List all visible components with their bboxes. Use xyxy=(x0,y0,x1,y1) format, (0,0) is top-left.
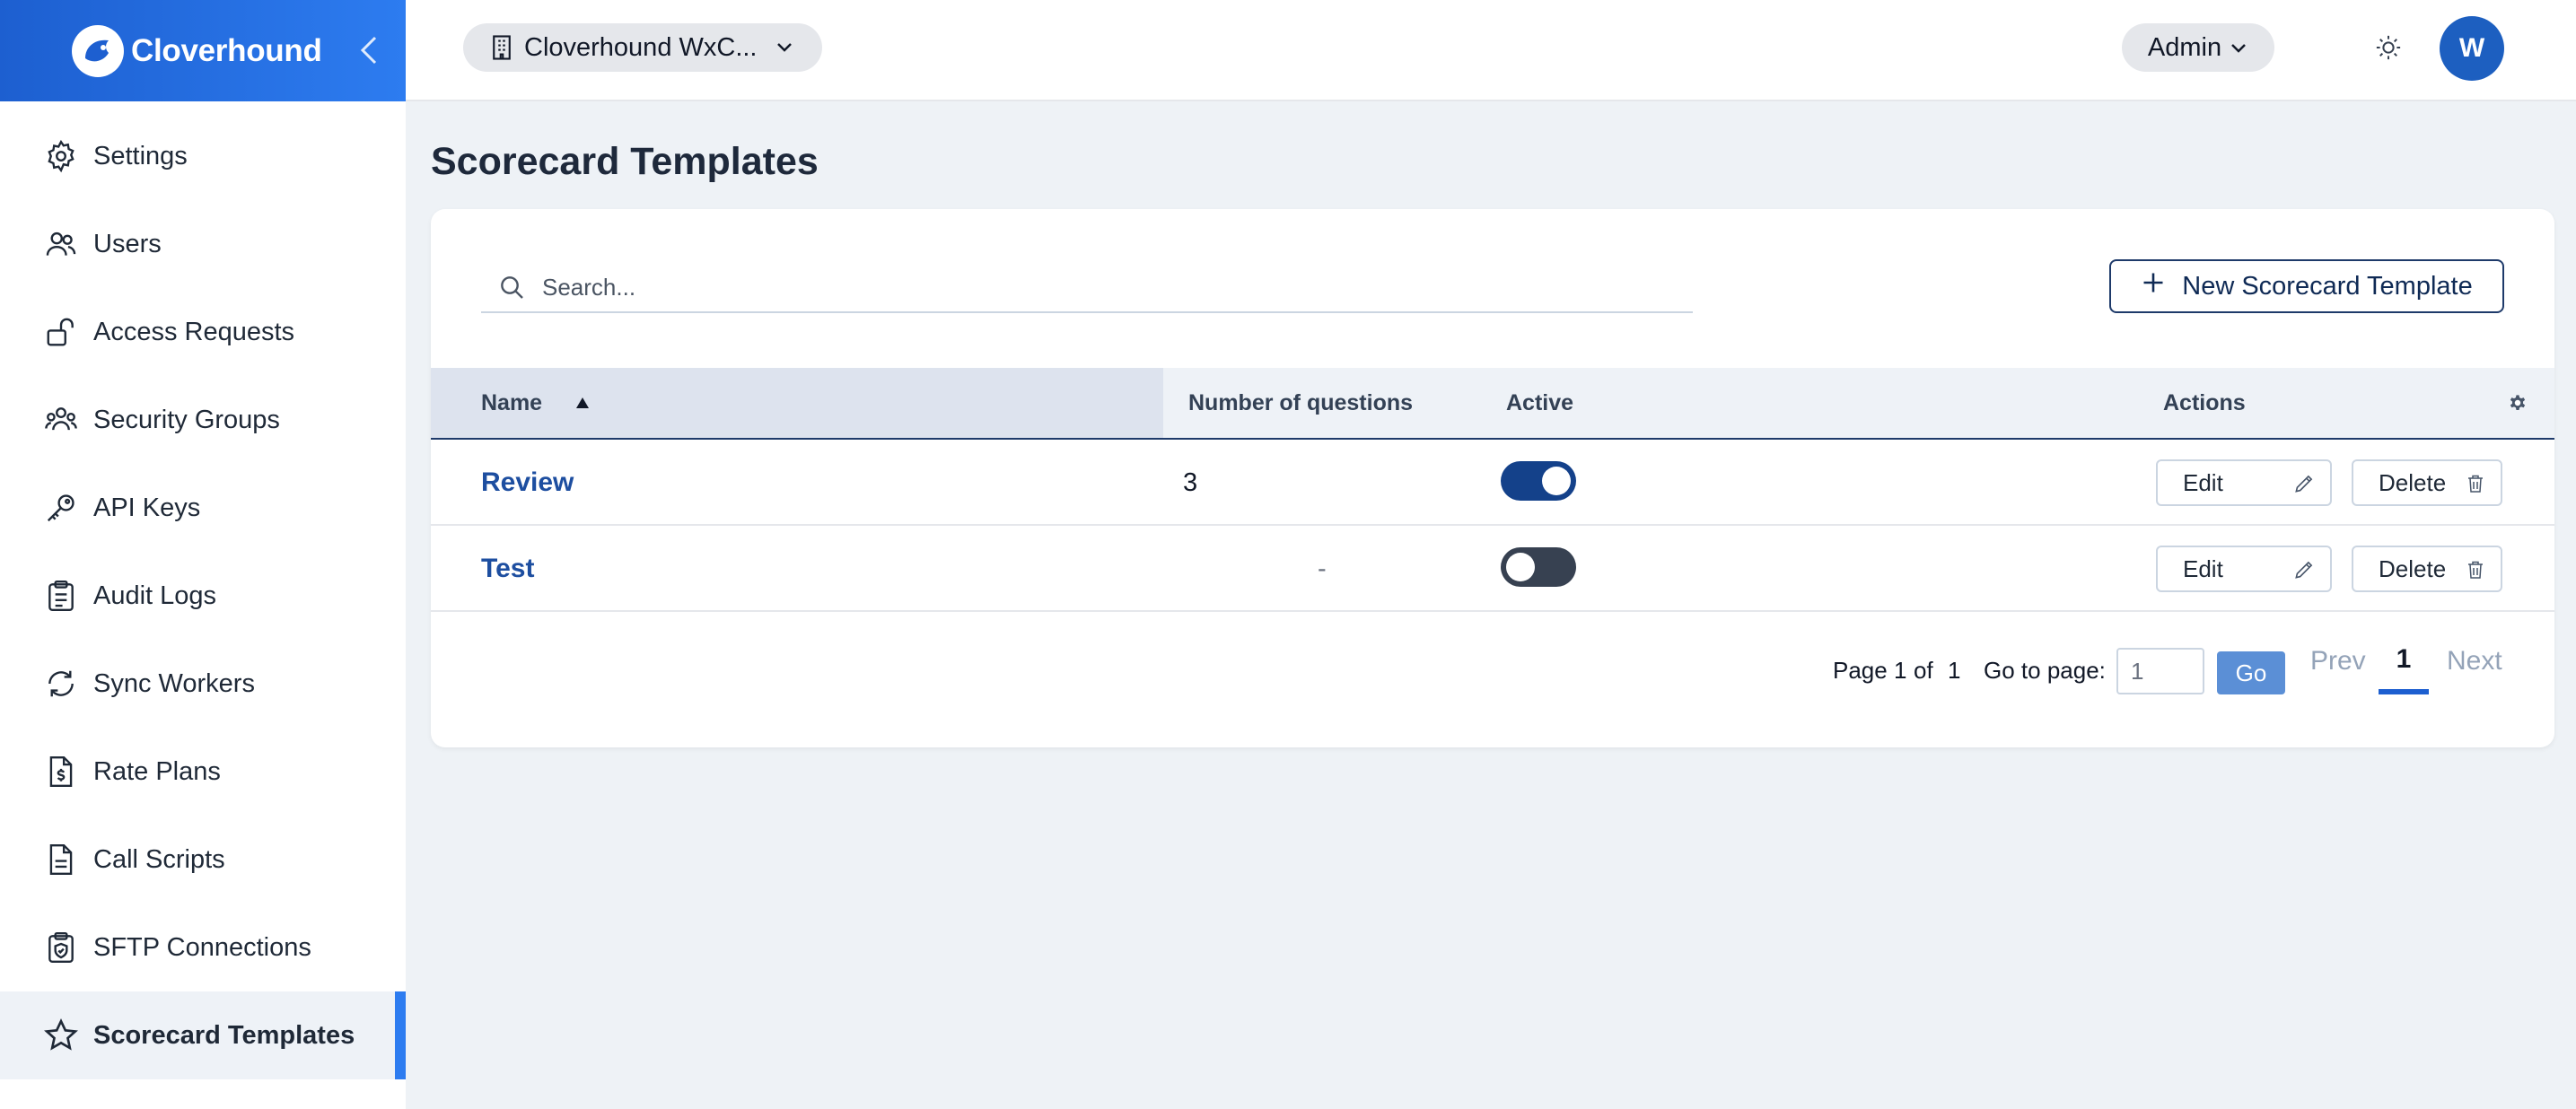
cloverhound-logo-icon xyxy=(72,24,124,77)
delete-button[interactable]: Delete xyxy=(2352,546,2502,592)
sidebar-item-scorecard-templates[interactable]: Scorecard Templates xyxy=(0,991,406,1079)
sidebar-item-label: Security Groups xyxy=(93,405,280,434)
sidebar-item-label: Users xyxy=(93,229,162,258)
toggle-knob xyxy=(1506,553,1535,581)
table-settings-gear-icon[interactable] xyxy=(2506,391,2531,416)
search-icon xyxy=(495,271,528,303)
sidebar-item-label: SFTP Connections xyxy=(93,932,311,962)
active-toggle[interactable] xyxy=(1501,461,1576,501)
sidebar-item-label: Settings xyxy=(93,141,188,170)
column-header-actions: Actions xyxy=(2163,389,2246,415)
new-scorecard-template-button[interactable]: New Scorecard Template xyxy=(2109,259,2504,313)
role-select-label: Admin xyxy=(2147,32,2222,62)
sidebar-item-access-requests[interactable]: Access Requests xyxy=(0,288,406,376)
sidebar-item-call-scripts[interactable]: Call Scripts xyxy=(0,816,406,904)
unlock-icon xyxy=(41,312,81,352)
trash-icon xyxy=(2465,472,2486,495)
clipboard-icon xyxy=(41,576,81,616)
template-name-link[interactable]: Test xyxy=(481,526,534,612)
sidebar-item-security-groups[interactable]: Security Groups xyxy=(0,376,406,464)
sidebar-item-label: Rate Plans xyxy=(93,756,221,786)
next-page-button[interactable]: Next xyxy=(2447,646,2502,677)
sidebar-item-rate-plans[interactable]: Rate Plans xyxy=(0,728,406,816)
star-icon xyxy=(41,1016,81,1055)
column-header-name[interactable]: Name xyxy=(431,368,1163,438)
dollar-file-icon xyxy=(41,752,81,791)
table-row: Test - Edit Delete xyxy=(431,526,2554,612)
delete-button-label: Delete xyxy=(2379,468,2447,496)
sidebar-item-label: Scorecard Templates xyxy=(93,1020,355,1050)
organization-select[interactable]: Cloverhound WxC... xyxy=(463,23,822,72)
search-field xyxy=(481,263,1693,313)
edit-button-label: Edit xyxy=(2183,554,2223,582)
column-header-active[interactable]: Active xyxy=(1506,368,1573,438)
sidebar-item-api-keys[interactable]: API Keys xyxy=(0,464,406,552)
sidebar-item-label: Call Scripts xyxy=(93,844,225,874)
edit-button-label: Edit xyxy=(2183,468,2223,496)
sidebar-item-sync-workers[interactable]: Sync Workers xyxy=(0,640,406,728)
role-select[interactable]: Admin xyxy=(2122,23,2274,72)
sidebar-item-sftp-connections[interactable]: SFTP Connections xyxy=(0,904,406,991)
group-icon xyxy=(41,400,81,440)
document-icon xyxy=(41,840,81,879)
edit-button[interactable]: Edit xyxy=(2156,459,2332,506)
sidebar-item-label: Audit Logs xyxy=(93,581,217,610)
sidebar-item-label: Access Requests xyxy=(93,317,295,346)
of-word: of xyxy=(1914,657,1933,684)
column-header-questions[interactable]: Number of questions xyxy=(1188,368,1413,438)
edit-button[interactable]: Edit xyxy=(2156,546,2332,592)
sidebar-item-label: Sync Workers xyxy=(93,668,255,698)
shield-clipboard-icon xyxy=(41,928,81,967)
users-icon xyxy=(41,224,81,264)
prev-page-button[interactable]: Prev xyxy=(2310,646,2366,677)
chevron-down-icon xyxy=(2229,33,2248,63)
sidebar: Cloverhound Settings Users Access Reques… xyxy=(0,0,406,1109)
toggle-knob xyxy=(1542,467,1571,495)
page-word: Page xyxy=(1833,657,1888,684)
building-icon xyxy=(490,34,513,61)
go-to-page-input[interactable] xyxy=(2116,648,2204,694)
brand-name: Cloverhound xyxy=(131,32,322,68)
page-1-button[interactable]: 1 xyxy=(2379,644,2429,694)
sidebar-item-users[interactable]: Users xyxy=(0,200,406,288)
table-header: Name Number of questions Active Actions xyxy=(431,368,2554,440)
pencil-icon xyxy=(2292,472,2316,495)
question-count: - xyxy=(1318,554,1327,583)
current-page: 1 xyxy=(1894,657,1907,684)
user-avatar[interactable]: W xyxy=(2440,16,2504,81)
theme-toggle-sun-icon[interactable] xyxy=(2373,32,2404,63)
total-pages: 1 xyxy=(1948,657,1961,684)
chevron-down-icon xyxy=(774,40,795,55)
key-icon xyxy=(41,488,81,528)
gear-icon xyxy=(41,136,81,176)
delete-button[interactable]: Delete xyxy=(2352,459,2502,506)
table-row: Review 3 Edit Delete xyxy=(431,440,2554,526)
pagination: Page 1 of 1 Go to page: Go Prev 1 Next xyxy=(431,633,2554,705)
pencil-icon xyxy=(2292,558,2316,581)
active-toggle[interactable] xyxy=(1501,547,1576,587)
topbar: Cloverhound WxC... Admin W xyxy=(406,0,2576,101)
sidebar-item-label: API Keys xyxy=(93,493,201,522)
question-count: 3 xyxy=(1183,467,1198,497)
sidebar-item-audit-logs[interactable]: Audit Logs xyxy=(0,552,406,640)
organization-select-label: Cloverhound WxC... xyxy=(524,32,758,62)
sidebar-item-settings[interactable]: Settings xyxy=(0,112,406,200)
go-button[interactable]: Go xyxy=(2217,651,2285,694)
sidebar-nav: Settings Users Access Requests Security … xyxy=(0,101,406,1079)
column-header-name-label: Name xyxy=(481,389,543,415)
page-title: Scorecard Templates xyxy=(431,140,819,183)
brand-header: Cloverhound xyxy=(0,0,406,101)
new-scorecard-template-label: New Scorecard Template xyxy=(2182,271,2473,301)
trash-icon xyxy=(2465,558,2486,581)
sort-ascending-icon xyxy=(574,396,591,410)
go-to-page-label: Go to page: xyxy=(1984,657,2106,684)
search-input[interactable] xyxy=(542,273,1619,301)
collapse-sidebar-chevron-icon[interactable] xyxy=(357,32,381,68)
delete-button-label: Delete xyxy=(2379,554,2447,582)
template-name-link[interactable]: Review xyxy=(481,440,574,526)
scorecard-templates-card: New Scorecard Template Name Number of qu… xyxy=(431,209,2554,747)
sync-icon xyxy=(41,664,81,703)
plus-icon xyxy=(2141,270,2166,302)
